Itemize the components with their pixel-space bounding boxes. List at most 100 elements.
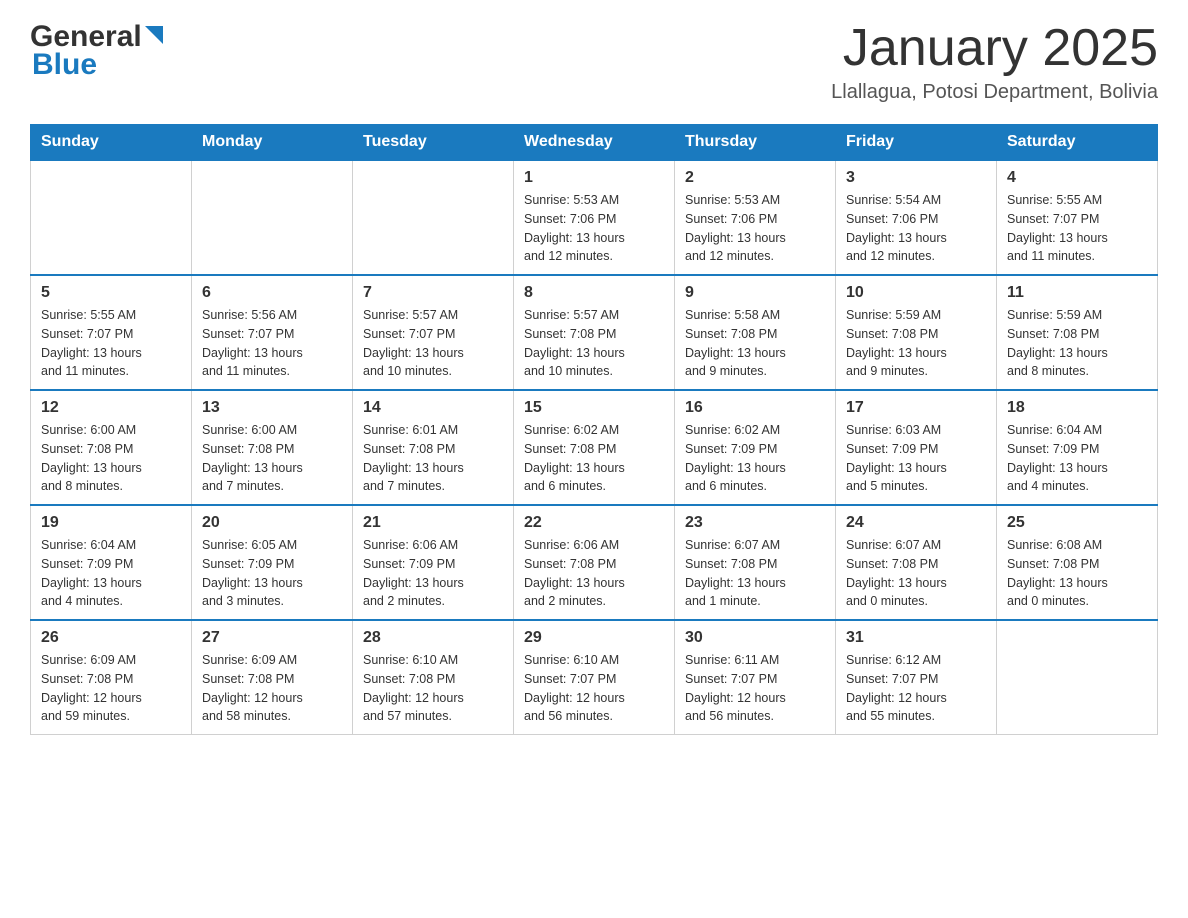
day-number: 8 bbox=[524, 284, 664, 302]
day-info: Sunrise: 6:07 AM Sunset: 7:08 PM Dayligh… bbox=[685, 536, 825, 611]
calendar-day-header-sunday: Sunday bbox=[31, 125, 192, 161]
calendar-cell: 30 Sunrise: 6:11 AM Sunset: 7:07 PM Dayli… bbox=[675, 620, 836, 735]
day-info: Sunrise: 6:05 AM Sunset: 7:09 PM Dayligh… bbox=[202, 536, 342, 611]
day-info: Sunrise: 5:56 AM Sunset: 7:07 PM Dayligh… bbox=[202, 306, 342, 381]
day-number: 4 bbox=[1007, 169, 1147, 187]
calendar-cell: 11 Sunrise: 5:59 AM Sunset: 7:08 PM Dayli… bbox=[997, 275, 1158, 390]
day-info: Sunrise: 6:11 AM Sunset: 7:07 PM Dayligh… bbox=[685, 651, 825, 726]
day-info: Sunrise: 6:06 AM Sunset: 7:09 PM Dayligh… bbox=[363, 536, 503, 611]
calendar-cell: 9 Sunrise: 5:58 AM Sunset: 7:08 PM Daylig… bbox=[675, 275, 836, 390]
day-info: Sunrise: 5:58 AM Sunset: 7:08 PM Dayligh… bbox=[685, 306, 825, 381]
day-number: 26 bbox=[41, 629, 181, 647]
calendar-day-header-wednesday: Wednesday bbox=[514, 125, 675, 161]
day-number: 9 bbox=[685, 284, 825, 302]
day-number: 22 bbox=[524, 514, 664, 532]
day-number: 21 bbox=[363, 514, 503, 532]
calendar-cell: 5Sunrise: 5:55 AM Sunset: 7:07 PM Daylig… bbox=[31, 275, 192, 390]
calendar-cell: 24Sunrise: 6:07 AM Sunset: 7:08 PM Dayli… bbox=[836, 505, 997, 620]
day-number: 3 bbox=[846, 169, 986, 187]
logo: General Blue bbox=[30, 20, 165, 82]
day-info: Sunrise: 6:10 AM Sunset: 7:08 PM Dayligh… bbox=[363, 651, 503, 726]
calendar-day-header-thursday: Thursday bbox=[675, 125, 836, 161]
calendar-cell: 27 Sunrise: 6:09 AM Sunset: 7:08 PM Dayli… bbox=[192, 620, 353, 735]
calendar-cell bbox=[997, 620, 1158, 735]
calendar-cell: 14 Sunrise: 6:01 AM Sunset: 7:08 PM Dayli… bbox=[353, 390, 514, 505]
calendar-cell: 28 Sunrise: 6:10 AM Sunset: 7:08 PM Dayli… bbox=[353, 620, 514, 735]
calendar-day-header-monday: Monday bbox=[192, 125, 353, 161]
day-number: 1 bbox=[524, 169, 664, 187]
calendar-header-row: SundayMondayTuesdayWednesdayThursdayFrid… bbox=[31, 125, 1158, 161]
calendar-week-row: 5Sunrise: 5:55 AM Sunset: 7:07 PM Daylig… bbox=[31, 275, 1158, 390]
day-info: Sunrise: 6:00 AM Sunset: 7:08 PM Dayligh… bbox=[41, 421, 181, 496]
calendar-cell: 13 Sunrise: 6:00 AM Sunset: 7:08 PM Dayli… bbox=[192, 390, 353, 505]
calendar-cell: 31 Sunrise: 6:12 AM Sunset: 7:07 PM Dayli… bbox=[836, 620, 997, 735]
day-info: Sunrise: 6:01 AM Sunset: 7:08 PM Dayligh… bbox=[363, 421, 503, 496]
page-header: General Blue January 2025 Llallagua, Pot… bbox=[30, 20, 1158, 104]
day-number: 23 bbox=[685, 514, 825, 532]
location-subtitle: Llallagua, Potosi Department, Bolivia bbox=[831, 81, 1158, 104]
day-number: 15 bbox=[524, 399, 664, 417]
calendar-cell: 1Sunrise: 5:53 AM Sunset: 7:06 PM Daylig… bbox=[514, 160, 675, 275]
day-number: 24 bbox=[846, 514, 986, 532]
day-info: Sunrise: 6:09 AM Sunset: 7:08 PM Dayligh… bbox=[41, 651, 181, 726]
day-info: Sunrise: 6:00 AM Sunset: 7:08 PM Dayligh… bbox=[202, 421, 342, 496]
logo-blue-text: Blue bbox=[32, 48, 97, 82]
calendar-cell bbox=[192, 160, 353, 275]
day-info: Sunrise: 6:09 AM Sunset: 7:08 PM Dayligh… bbox=[202, 651, 342, 726]
day-number: 18 bbox=[1007, 399, 1147, 417]
calendar-cell: 22 Sunrise: 6:06 AM Sunset: 7:08 PM Dayli… bbox=[514, 505, 675, 620]
title-block: January 2025 Llallagua, Potosi Departmen… bbox=[831, 20, 1158, 104]
day-number: 11 bbox=[1007, 284, 1147, 302]
day-info: Sunrise: 6:12 AM Sunset: 7:07 PM Dayligh… bbox=[846, 651, 986, 726]
calendar-day-header-saturday: Saturday bbox=[997, 125, 1158, 161]
calendar-cell: 3 Sunrise: 5:54 AM Sunset: 7:06 PM Daylig… bbox=[836, 160, 997, 275]
calendar-cell: 20 Sunrise: 6:05 AM Sunset: 7:09 PM Dayli… bbox=[192, 505, 353, 620]
day-number: 31 bbox=[846, 629, 986, 647]
day-info: Sunrise: 6:10 AM Sunset: 7:07 PM Dayligh… bbox=[524, 651, 664, 726]
calendar-cell: 6 Sunrise: 5:56 AM Sunset: 7:07 PM Daylig… bbox=[192, 275, 353, 390]
calendar-cell: 10Sunrise: 5:59 AM Sunset: 7:08 PM Dayli… bbox=[836, 275, 997, 390]
calendar-week-row: 12 Sunrise: 6:00 AM Sunset: 7:08 PM Dayli… bbox=[31, 390, 1158, 505]
day-number: 27 bbox=[202, 629, 342, 647]
day-number: 25 bbox=[1007, 514, 1147, 532]
calendar-cell: 19Sunrise: 6:04 AM Sunset: 7:09 PM Dayli… bbox=[31, 505, 192, 620]
day-number: 28 bbox=[363, 629, 503, 647]
calendar-day-header-friday: Friday bbox=[836, 125, 997, 161]
day-number: 17 bbox=[846, 399, 986, 417]
day-info: Sunrise: 5:59 AM Sunset: 7:08 PM Dayligh… bbox=[1007, 306, 1147, 381]
day-number: 13 bbox=[202, 399, 342, 417]
month-title: January 2025 bbox=[831, 20, 1158, 77]
calendar-week-row: 19Sunrise: 6:04 AM Sunset: 7:09 PM Dayli… bbox=[31, 505, 1158, 620]
day-info: Sunrise: 6:08 AM Sunset: 7:08 PM Dayligh… bbox=[1007, 536, 1147, 611]
calendar-week-row: 26 Sunrise: 6:09 AM Sunset: 7:08 PM Dayli… bbox=[31, 620, 1158, 735]
day-info: Sunrise: 5:55 AM Sunset: 7:07 PM Dayligh… bbox=[1007, 191, 1147, 266]
day-info: Sunrise: 5:54 AM Sunset: 7:06 PM Dayligh… bbox=[846, 191, 986, 266]
day-number: 30 bbox=[685, 629, 825, 647]
calendar-cell: 4 Sunrise: 5:55 AM Sunset: 7:07 PM Daylig… bbox=[997, 160, 1158, 275]
day-info: Sunrise: 5:53 AM Sunset: 7:06 PM Dayligh… bbox=[685, 191, 825, 266]
calendar-cell: 29 Sunrise: 6:10 AM Sunset: 7:07 PM Dayli… bbox=[514, 620, 675, 735]
day-number: 6 bbox=[202, 284, 342, 302]
day-number: 12 bbox=[41, 399, 181, 417]
calendar-day-header-tuesday: Tuesday bbox=[353, 125, 514, 161]
day-info: Sunrise: 6:02 AM Sunset: 7:09 PM Dayligh… bbox=[685, 421, 825, 496]
day-number: 2 bbox=[685, 169, 825, 187]
day-number: 19 bbox=[41, 514, 181, 532]
calendar-cell bbox=[31, 160, 192, 275]
calendar-cell: 12 Sunrise: 6:00 AM Sunset: 7:08 PM Dayli… bbox=[31, 390, 192, 505]
day-info: Sunrise: 5:57 AM Sunset: 7:07 PM Dayligh… bbox=[363, 306, 503, 381]
calendar-cell: 25 Sunrise: 6:08 AM Sunset: 7:08 PM Dayli… bbox=[997, 505, 1158, 620]
calendar-cell: 23 Sunrise: 6:07 AM Sunset: 7:08 PM Dayli… bbox=[675, 505, 836, 620]
calendar-cell: 2 Sunrise: 5:53 AM Sunset: 7:06 PM Daylig… bbox=[675, 160, 836, 275]
day-info: Sunrise: 6:06 AM Sunset: 7:08 PM Dayligh… bbox=[524, 536, 664, 611]
day-number: 14 bbox=[363, 399, 503, 417]
calendar-table: SundayMondayTuesdayWednesdayThursdayFrid… bbox=[30, 124, 1158, 735]
calendar-cell: 8Sunrise: 5:57 AM Sunset: 7:08 PM Daylig… bbox=[514, 275, 675, 390]
day-info: Sunrise: 6:04 AM Sunset: 7:09 PM Dayligh… bbox=[1007, 421, 1147, 496]
day-number: 10 bbox=[846, 284, 986, 302]
day-info: Sunrise: 5:55 AM Sunset: 7:07 PM Dayligh… bbox=[41, 306, 181, 381]
calendar-cell: 15Sunrise: 6:02 AM Sunset: 7:08 PM Dayli… bbox=[514, 390, 675, 505]
day-number: 20 bbox=[202, 514, 342, 532]
day-number: 29 bbox=[524, 629, 664, 647]
day-number: 16 bbox=[685, 399, 825, 417]
